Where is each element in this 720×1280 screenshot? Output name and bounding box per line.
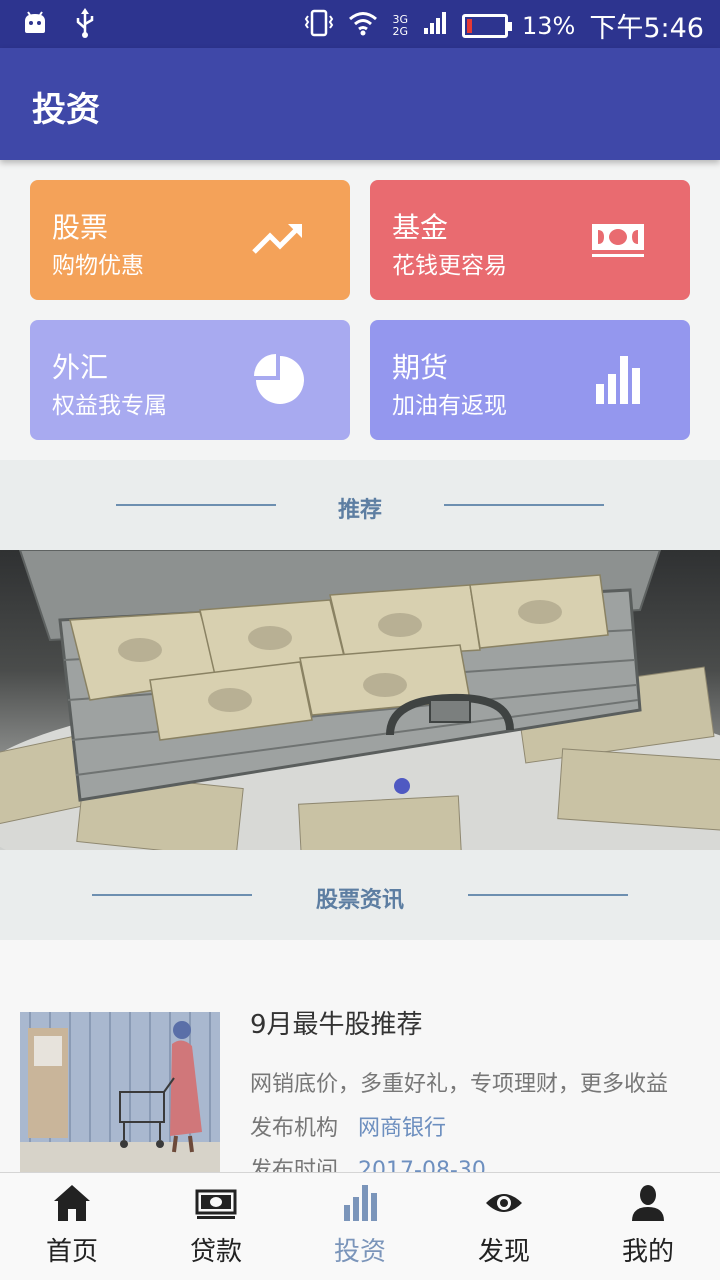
carousel-indicator-active[interactable]: [394, 778, 410, 794]
category-subtitle: 花钱更容易: [392, 253, 507, 279]
battery-percent: 13%: [522, 11, 576, 40]
nav-profile[interactable]: 我的: [576, 1173, 720, 1280]
nav-loan[interactable]: 贷款: [144, 1173, 288, 1280]
section-recommend: 推荐: [0, 460, 720, 550]
home-icon: [54, 1185, 90, 1221]
news-thumbnail: [20, 1012, 220, 1172]
page-title: 投资: [32, 90, 100, 130]
nav-label: 发现: [477, 1237, 530, 1267]
pie-chart-icon: [254, 354, 304, 404]
news-institution-row: 发布机构 网商银行: [250, 1110, 446, 1142]
category-title: 股票: [52, 211, 109, 244]
category-futures[interactable]: 期货 加油有返现: [370, 320, 690, 440]
divider-line: [444, 504, 604, 506]
status-bar: 3G 2G 13% 下午5:46: [0, 0, 720, 48]
android-icon: [22, 11, 48, 39]
eye-icon: [486, 1194, 522, 1212]
section-stock-news: 股票资讯: [0, 850, 720, 940]
category-funds[interactable]: 基金 花钱更容易: [370, 180, 690, 300]
news-description: 网销底价，多重好礼，专项理财，更多收益: [250, 1072, 669, 1097]
news-list: 9月最牛股推荐 网销底价，多重好礼，专项理财，更多收益 发布机构 网商银行 发布时…: [0, 940, 720, 1183]
category-subtitle: 加油有返现: [392, 393, 507, 419]
network-top-label: 3G: [392, 12, 409, 26]
nav-label: 首页: [45, 1237, 98, 1267]
nav-home[interactable]: 首页: [0, 1173, 144, 1280]
category-title: 外汇: [52, 351, 109, 384]
institution-value: 网商银行: [358, 1116, 447, 1141]
institution-label: 发布机构: [250, 1116, 339, 1141]
signal-icon: [422, 10, 448, 42]
category-subtitle: 购物优惠: [52, 253, 144, 279]
divider-line: [468, 894, 628, 896]
section-title: 股票资讯: [315, 888, 404, 913]
usb-icon: [74, 8, 96, 42]
category-title: 期货: [392, 351, 449, 384]
category-title: 基金: [392, 211, 449, 244]
wifi-icon: [348, 10, 378, 42]
section-title: 推荐: [337, 498, 382, 523]
bar-chart-icon: [344, 1185, 377, 1221]
cash-icon: [195, 1189, 237, 1219]
trending-up-icon: [252, 224, 302, 254]
banner-carousel[interactable]: [0, 550, 720, 850]
clock: 下午5:46: [589, 13, 704, 44]
news-title: 9月最牛股推荐: [250, 1010, 423, 1040]
nav-discover[interactable]: 发现: [432, 1173, 576, 1280]
vibrate-icon: [304, 8, 334, 44]
nav-label: 投资: [333, 1237, 386, 1267]
network-type: 3G 2G: [392, 12, 409, 38]
battery-level: [467, 18, 472, 33]
banknote-icon: [592, 224, 644, 257]
network-bottom-label: 2G: [392, 24, 409, 38]
app-bar: 投资: [0, 48, 720, 160]
battery-icon: [462, 13, 513, 38]
nav-invest[interactable]: 投资: [288, 1173, 432, 1280]
banner-image: [0, 550, 720, 850]
nav-label: 贷款: [189, 1237, 242, 1267]
nav-label: 我的: [621, 1237, 674, 1267]
bottom-navigation: 首页 贷款 投资 发现 我的: [0, 1172, 720, 1280]
bar-chart-icon: [596, 356, 640, 404]
user-icon: [632, 1185, 664, 1221]
category-stocks[interactable]: 股票 购物优惠: [30, 180, 350, 300]
category-subtitle: 权益我专属: [52, 393, 167, 419]
category-forex[interactable]: 外汇 权益我专属: [30, 320, 350, 440]
